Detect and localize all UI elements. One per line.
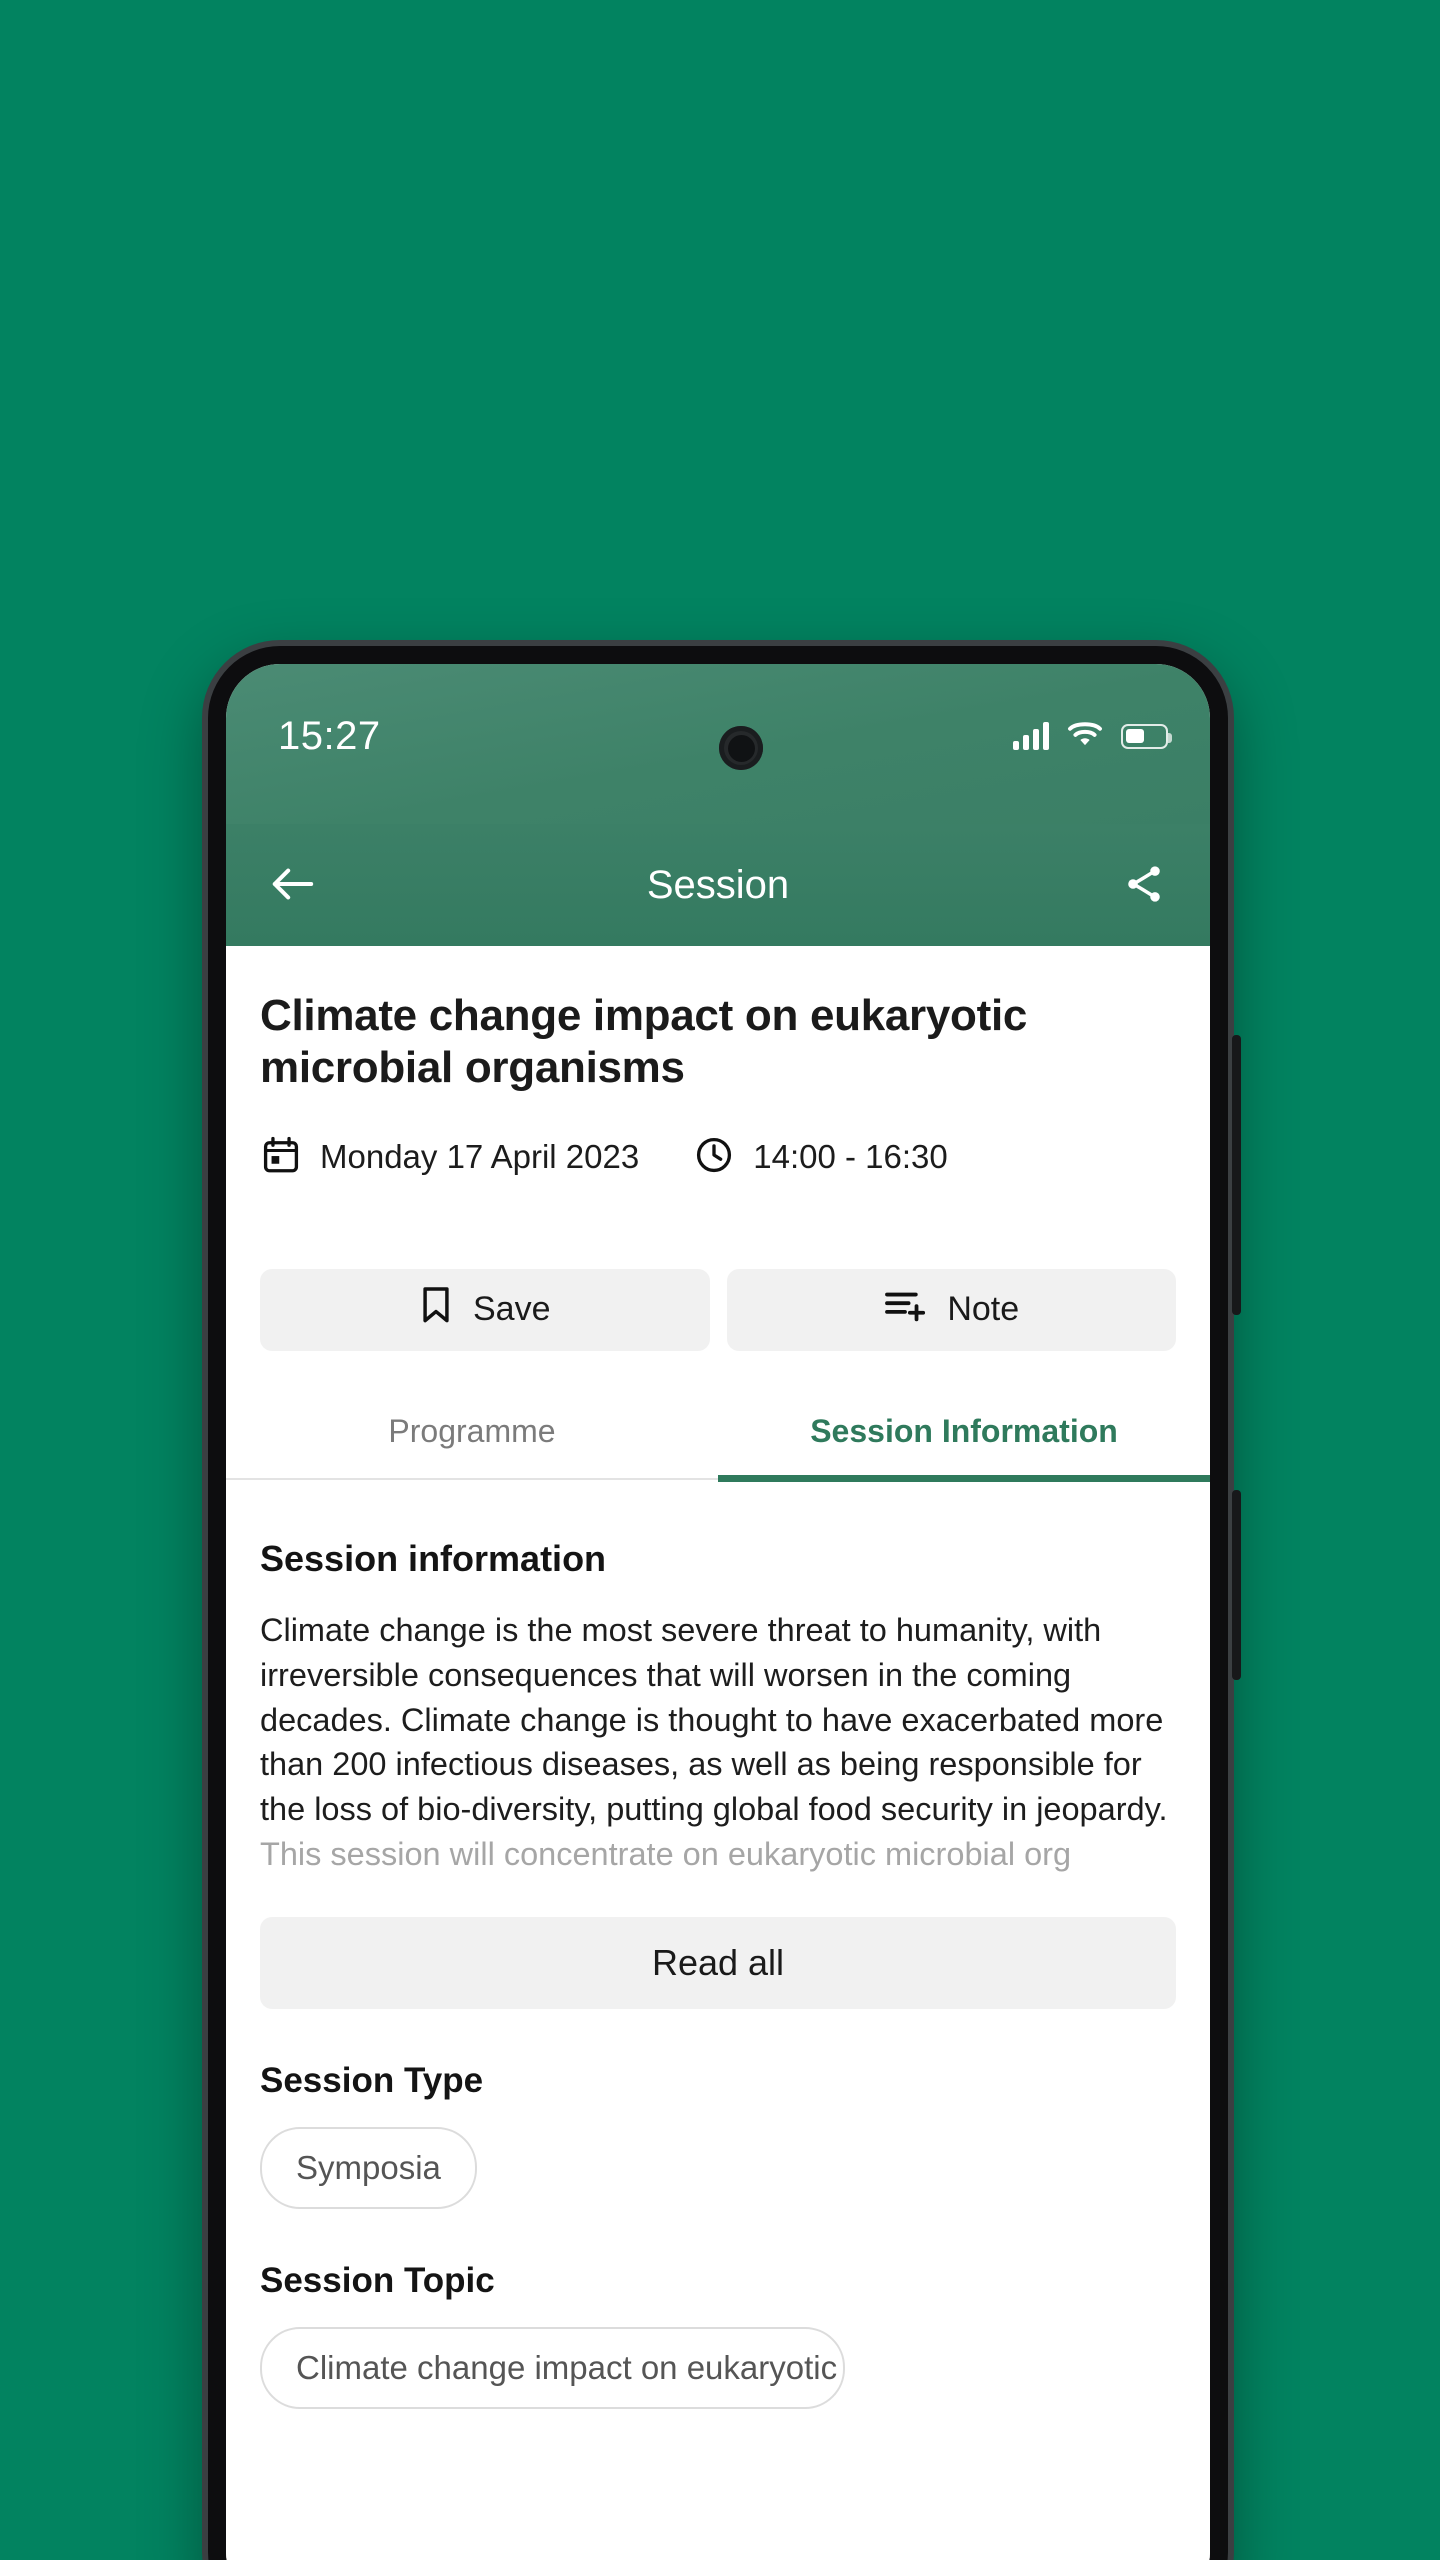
status-bar: 15:27 xyxy=(226,664,1210,824)
share-icon[interactable] xyxy=(1112,852,1176,916)
note-button[interactable]: Note xyxy=(726,1268,1176,1351)
clock-icon xyxy=(693,1134,735,1181)
session-topic-chip-row: Climate change impact on eukaryotic mic xyxy=(260,2326,1176,2409)
signal-bars-icon xyxy=(1013,722,1049,750)
camera-glint xyxy=(736,736,743,743)
tab-programme-label: Programme xyxy=(388,1412,556,1449)
tab-programme[interactable]: Programme xyxy=(226,1413,718,1482)
session-date-text: Monday 17 April 2023 xyxy=(320,1138,640,1176)
status-bar-icons xyxy=(1013,718,1172,754)
session-title: Climate change impact on eukaryotic micr… xyxy=(260,991,1028,1092)
wifi-icon xyxy=(1066,719,1104,754)
session-action-row: Save Note xyxy=(260,1268,1176,1351)
save-button[interactable]: Save xyxy=(260,1268,710,1351)
session-date-item: Monday 17 April 2023 xyxy=(260,1134,639,1181)
save-button-label: Save xyxy=(473,1290,551,1329)
session-detail-content: Climate change impact on eukaryotic micr… xyxy=(226,990,1210,2560)
front-camera-punch-hole xyxy=(719,726,763,770)
session-information-faded-line: This session will concentrate on eukaryo… xyxy=(260,1836,1072,1873)
app-bar: Session xyxy=(226,824,1210,946)
session-topic-chip[interactable]: Climate change impact on eukaryotic mic xyxy=(260,2326,845,2409)
session-time-text: 14:00 - 16:30 xyxy=(753,1138,948,1176)
section-heading-session-information: Session information xyxy=(260,1537,607,1579)
volume-button[interactable] xyxy=(1232,1035,1241,1315)
calendar-icon xyxy=(260,1134,302,1181)
phone-device-frame: 15:27 Session Climate change impact on e… xyxy=(202,640,1241,2560)
bookmark-icon xyxy=(419,1285,453,1334)
read-all-label: Read all xyxy=(651,1941,785,1983)
tab-session-information-label: Session Information xyxy=(810,1412,1118,1449)
session-time-item: 14:00 - 16:30 xyxy=(693,1134,948,1181)
back-arrow-icon[interactable] xyxy=(260,852,324,916)
session-tabs: Programme Session Information xyxy=(226,1413,1210,1482)
power-button[interactable] xyxy=(1232,1490,1241,1680)
session-information-body: Climate change is the most severe threat… xyxy=(260,1611,1168,1828)
phone-screen: 15:27 Session Climate change impact on e… xyxy=(226,664,1210,2560)
battery-icon xyxy=(1121,723,1172,749)
tab-session-information[interactable]: Session Information xyxy=(718,1413,1210,1482)
page-title: Session xyxy=(646,862,790,907)
session-type-chip[interactable]: Symposia xyxy=(260,2126,477,2209)
section-heading-session-type: Session Type xyxy=(260,2060,484,2100)
status-bar-clock: 15:27 xyxy=(278,714,381,758)
section-heading-session-topic: Session Topic xyxy=(260,2260,495,2300)
read-all-button[interactable]: Read all xyxy=(260,1916,1176,2009)
session-meta-row: Monday 17 April 2023 14:00 - 16:30 xyxy=(260,1134,1176,1181)
add-note-icon xyxy=(883,1287,927,1332)
session-type-chip-row: Symposia xyxy=(260,2126,1176,2209)
note-button-label: Note xyxy=(947,1290,1020,1329)
